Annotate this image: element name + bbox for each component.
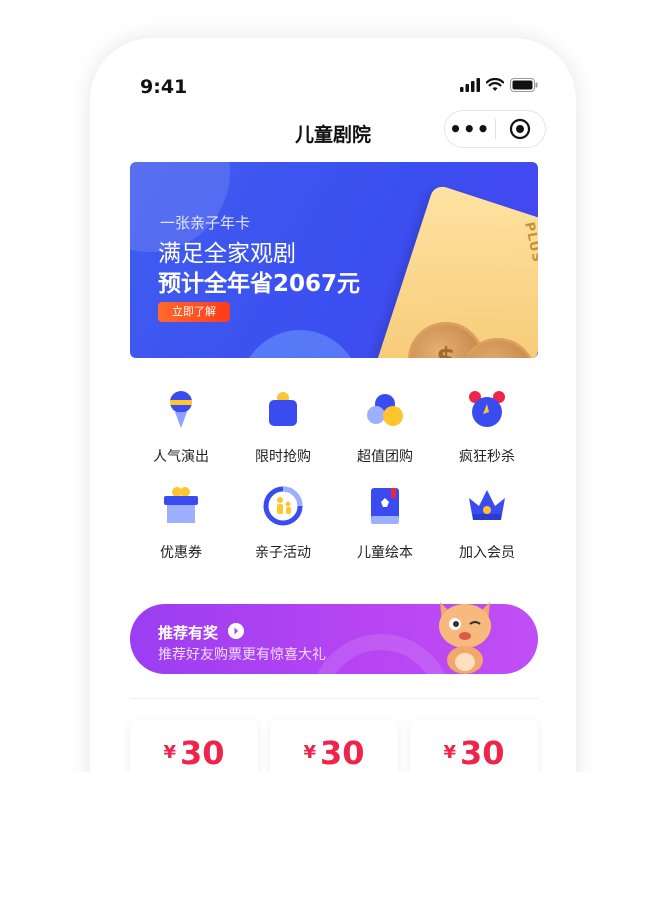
- grid-item-label: 疯狂秒杀: [459, 449, 515, 465]
- bottom-fade: [0, 772, 666, 920]
- status-icons: [460, 78, 538, 92]
- battery-icon: [510, 78, 538, 92]
- plus-card-label: PLUS: [520, 220, 538, 265]
- coupon-amount: ¥30: [130, 734, 258, 772]
- banner-subtitle: 一张亲子年卡: [160, 214, 251, 232]
- crown-icon: [469, 490, 505, 520]
- banner-decor-circle: [240, 330, 360, 358]
- group-circles-icon: [367, 394, 403, 426]
- gift-box-icon: [164, 487, 198, 523]
- grid-item-family-activities[interactable]: 亲子活动: [232, 484, 334, 562]
- grid-item-label: 加入会员: [459, 545, 515, 561]
- mini-program-capsule: •••: [444, 110, 546, 148]
- grid-item-label: 亲子活动: [255, 545, 311, 561]
- coupon-value: 30: [180, 734, 225, 772]
- cat-mascot-icon: [439, 602, 491, 674]
- banner-headline-1: 满足全家观剧: [158, 241, 296, 267]
- grid-item-label: 人气演出: [153, 449, 209, 465]
- coupon-value: 30: [460, 734, 505, 772]
- alarm-clock-icon: [469, 391, 505, 427]
- coupon-amount: ¥30: [270, 734, 398, 772]
- chevron-right-icon: [228, 623, 244, 639]
- grid-item-label: 限时抢购: [255, 449, 311, 465]
- grid-item-crazy-seckill[interactable]: 疯狂秒杀: [436, 388, 538, 466]
- wifi-icon: [486, 78, 504, 91]
- more-dots-icon[interactable]: •••: [445, 111, 495, 147]
- parent-child-icon: [263, 486, 303, 526]
- grid-item-join-membership[interactable]: 加入会员: [436, 484, 538, 562]
- learn-more-button[interactable]: 立即了解: [158, 302, 230, 322]
- promo-title: 推荐有奖: [158, 624, 219, 642]
- grid-item-label: 优惠券: [160, 545, 202, 561]
- coupon-currency: ¥: [443, 742, 456, 763]
- coupon-currency: ¥: [303, 742, 316, 763]
- grid-item-group-buy[interactable]: 超值团购: [334, 388, 436, 466]
- grid-item-popular-shows[interactable]: 人气演出: [130, 388, 232, 466]
- coupon-currency: ¥: [163, 742, 176, 763]
- grid-item-label: 儿童绘本: [357, 545, 413, 561]
- phone-frame: 9:41 儿童剧院 ••• 一张亲子年卡 满足全家观剧 预计全年省2067元 立…: [90, 38, 576, 898]
- referral-promo-banner[interactable]: 推荐有奖 推荐好友购票更有惊喜大礼: [130, 602, 538, 776]
- coupon-amount: ¥30: [410, 734, 538, 772]
- picture-book-icon: [371, 488, 399, 524]
- target-close-icon[interactable]: [495, 118, 545, 140]
- grid-item-label: 超值团购: [357, 449, 413, 465]
- grid-item-coupons[interactable]: 优惠券: [130, 484, 232, 562]
- promo-subtitle: 推荐好友购票更有惊喜大礼: [158, 647, 326, 663]
- membership-banner[interactable]: 一张亲子年卡 满足全家观剧 预计全年省2067元 立即了解 PLUS $ $: [130, 162, 538, 358]
- section-divider: [130, 698, 538, 699]
- banner-headline-2: 预计全年省2067元: [158, 271, 361, 297]
- grid-item-flash-sale[interactable]: 限时抢购: [232, 388, 334, 466]
- grid-item-picture-books[interactable]: 儿童绘本: [334, 484, 436, 562]
- balloon-icon: [170, 391, 192, 428]
- status-time: 9:41: [140, 76, 188, 98]
- shopping-bag-icon: [269, 392, 297, 426]
- signal-icon: [460, 78, 480, 92]
- coupon-value: 30: [320, 734, 365, 772]
